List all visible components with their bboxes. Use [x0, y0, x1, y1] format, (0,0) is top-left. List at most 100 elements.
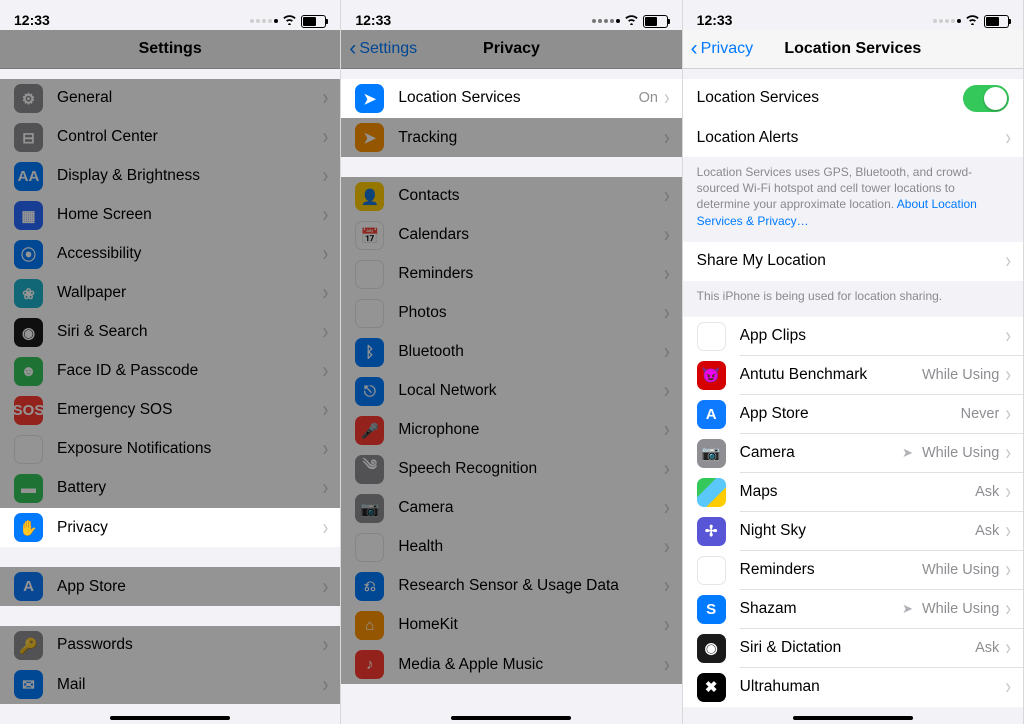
row-location-services-toggle[interactable]: Location Services	[683, 79, 1023, 118]
navigation-arrow-icon: ➤	[902, 601, 920, 617]
row-siri-dictation[interactable]: ◉ Siri & Dictation Ask ›	[683, 629, 1023, 668]
row-face-id-passcode[interactable]: ☻ Face ID & Passcode ›	[0, 352, 340, 391]
row-shazam[interactable]: S Shazam ➤ While Using ›	[683, 590, 1023, 629]
row-label: Siri & Dictation	[740, 639, 975, 657]
row-reminders[interactable]: ≣ Reminders ›	[341, 255, 681, 294]
row-app-store[interactable]: A App Store Never ›	[683, 395, 1023, 434]
wifi-icon	[624, 14, 639, 28]
row-ultrahuman[interactable]: ✖ Ultrahuman ›	[683, 668, 1023, 707]
row-local-network[interactable]: ⎋ Local Network ›	[341, 372, 681, 411]
back-button[interactable]: ‹ Settings	[349, 30, 417, 68]
row-microphone[interactable]: 🎤 Microphone ›	[341, 411, 681, 450]
media-apple-music-icon: ♪	[355, 650, 384, 679]
page-title: Location Services	[784, 40, 921, 58]
row-research-sensor-usage-data[interactable]: ⎌ Research Sensor & Usage Data ›	[341, 567, 681, 606]
chevron-right-icon: ›	[323, 163, 329, 189]
control-center-icon: ⊟	[14, 123, 43, 152]
display-brightness-icon: AA	[14, 162, 43, 191]
row-display-brightness[interactable]: AA Display & Brightness ›	[0, 157, 340, 196]
row-general[interactable]: ⚙ General ›	[0, 79, 340, 118]
row-maps[interactable]: Maps Ask ›	[683, 473, 1023, 512]
row-location-services[interactable]: ➤ Location Services On ›	[341, 79, 681, 118]
row-detail: Ask	[975, 640, 999, 656]
row-control-center[interactable]: ⊟ Control Center ›	[0, 118, 340, 157]
row-label: Display & Brightness	[57, 167, 323, 185]
chevron-right-icon: ›	[323, 241, 329, 267]
row-tracking[interactable]: ➤ Tracking ›	[341, 118, 681, 157]
row-privacy[interactable]: ✋ Privacy ›	[0, 508, 340, 547]
row-app-store[interactable]: A App Store ›	[0, 567, 340, 606]
antutu-benchmark-icon: 😈	[697, 361, 726, 390]
row-detail: Ask	[975, 523, 999, 539]
row-camera[interactable]: 📷 Camera ➤ While Using ›	[683, 434, 1023, 473]
microphone-icon: 🎤	[355, 416, 384, 445]
row-label: Emergency SOS	[57, 401, 323, 419]
row-speech-recognition[interactable]: ༄ Speech Recognition ›	[341, 450, 681, 489]
row-antutu-benchmark[interactable]: 😈 Antutu Benchmark While Using ›	[683, 356, 1023, 395]
row-detail: Ask	[975, 484, 999, 500]
row-mail[interactable]: ✉ Mail ›	[0, 665, 340, 704]
navbar: ‹ Settings Privacy	[341, 30, 681, 69]
chevron-right-icon: ›	[1005, 401, 1011, 427]
row-media-apple-music[interactable]: ♪ Media & Apple Music ›	[341, 645, 681, 684]
row-detail: While Using	[922, 562, 999, 578]
row-bluetooth[interactable]: ᛒ Bluetooth ›	[341, 333, 681, 372]
about-link[interactable]: About Location Services & Privacy…	[697, 197, 977, 227]
row-label: Photos	[398, 304, 664, 322]
row-exposure-notifications[interactable]: ✹ Exposure Notifications ›	[0, 430, 340, 469]
row-reminders[interactable]: ≣ Reminders While Using ›	[683, 551, 1023, 590]
row-location-alerts[interactable]: Location Alerts ›	[683, 118, 1023, 157]
row-label: Home Screen	[57, 206, 323, 224]
signal-icon	[933, 19, 961, 23]
chevron-right-icon: ›	[323, 202, 329, 228]
chevron-right-icon: ›	[664, 573, 670, 599]
navbar: ‹ Privacy Location Services	[683, 30, 1023, 69]
row-passwords[interactable]: 🔑 Passwords ›	[0, 626, 340, 665]
row-night-sky[interactable]: ✢ Night Sky Ask ›	[683, 512, 1023, 551]
chevron-right-icon: ›	[323, 85, 329, 111]
phone-location-services: 12:33 ‹ Privacy Location Services Locati…	[683, 0, 1024, 724]
chevron-right-icon: ›	[664, 300, 670, 326]
row-accessibility[interactable]: ⦿ Accessibility ›	[0, 235, 340, 274]
chevron-right-icon: ›	[664, 183, 670, 209]
row-app-clips[interactable]: ◧ App Clips ›	[683, 317, 1023, 356]
toggle-switch[interactable]	[963, 85, 1009, 112]
row-home-screen[interactable]: ▦ Home Screen ›	[0, 196, 340, 235]
row-share-my-location[interactable]: Share My Location ›	[683, 242, 1023, 281]
row-health[interactable]: ♥ Health ›	[341, 528, 681, 567]
back-button[interactable]: ‹ Privacy	[691, 30, 753, 68]
research-sensor-usage-data-icon: ⎌	[355, 572, 384, 601]
footer-text: This iPhone is being used for location s…	[683, 281, 1023, 311]
row-label: Accessibility	[57, 245, 323, 263]
chevron-right-icon: ›	[1005, 518, 1011, 544]
chevron-right-icon: ›	[664, 495, 670, 521]
row-battery[interactable]: ▬ Battery ›	[0, 469, 340, 508]
row-photos[interactable]: ❀ Photos ›	[341, 294, 681, 333]
phone-settings: 12:33 Settings ⚙ General › ⊟ Control Cen…	[0, 0, 341, 724]
chevron-right-icon: ›	[664, 417, 670, 443]
row-siri-search[interactable]: ◉ Siri & Search ›	[0, 313, 340, 352]
time-label: 12:33	[355, 12, 391, 28]
chevron-right-icon: ›	[323, 124, 329, 150]
row-contacts[interactable]: 👤 Contacts ›	[341, 177, 681, 216]
row-wallpaper[interactable]: ❀ Wallpaper ›	[0, 274, 340, 313]
row-camera[interactable]: 📷 Camera ›	[341, 489, 681, 528]
row-emergency-sos[interactable]: SOS Emergency SOS ›	[0, 391, 340, 430]
chevron-right-icon: ›	[323, 319, 329, 345]
row-label: Microphone	[398, 421, 664, 439]
chevron-right-icon: ›	[664, 85, 670, 111]
signal-icon	[592, 19, 620, 23]
emergency-sos-icon: SOS	[14, 396, 43, 425]
row-homekit[interactable]: ⌂ HomeKit ›	[341, 606, 681, 645]
passwords-icon: 🔑	[14, 631, 43, 660]
photos-icon: ❀	[355, 299, 384, 328]
signal-icon	[250, 19, 278, 23]
battery-icon: ▬	[14, 474, 43, 503]
row-calendars[interactable]: 📅 Calendars ›	[341, 216, 681, 255]
row-label: Media & Apple Music	[398, 656, 664, 674]
row-label: Face ID & Passcode	[57, 362, 323, 380]
navigation-arrow-icon: ➤	[902, 445, 920, 461]
row-label: Tracking	[398, 129, 664, 147]
health-icon: ♥	[355, 533, 384, 562]
chevron-right-icon: ›	[1005, 596, 1011, 622]
